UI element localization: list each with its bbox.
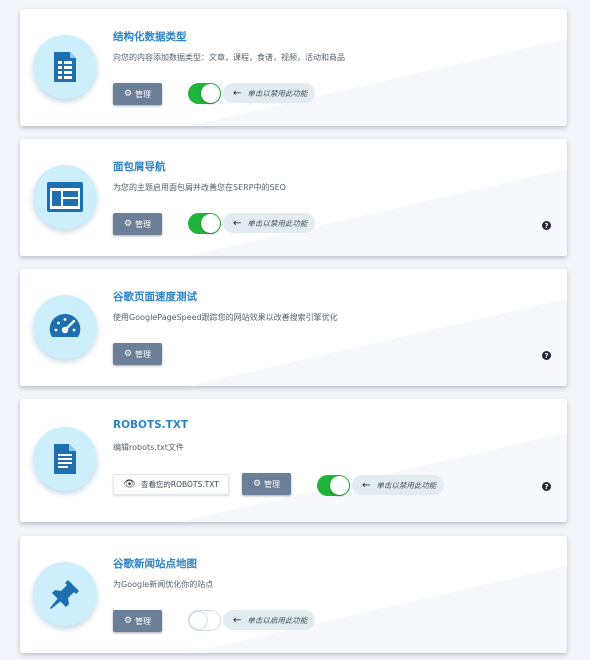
manage-button-label: 管理 <box>264 479 281 489</box>
module-icon-badge <box>33 562 97 626</box>
manage-button-label: 管理 <box>135 616 152 626</box>
arrow-left-icon: ← <box>233 217 242 229</box>
manage-button[interactable]: ⚙ 管理 <box>242 473 291 495</box>
help-icon[interactable]: ? <box>542 351 551 360</box>
gear-icon: ⚙ <box>123 88 133 99</box>
manage-button[interactable]: ⚙ 管理 <box>113 343 162 365</box>
toggle-knob <box>330 476 349 495</box>
toggle-hint-text: 单击以禁用此功能 <box>247 218 308 228</box>
module-card-pagespeed: 谷歌页面速度测试 使用GooglePageSpeed跟踪您的网站效果以改善搜索引… <box>20 269 567 386</box>
toggle-knob <box>201 214 220 233</box>
manage-button-label: 管理 <box>135 349 152 359</box>
table-document-icon <box>54 52 76 82</box>
module-icon-badge <box>33 35 97 99</box>
toggle-knob <box>201 84 220 103</box>
help-icon[interactable]: ? <box>542 482 551 491</box>
module-icon-badge <box>33 427 97 491</box>
module-icon-badge <box>33 295 97 359</box>
feature-toggle[interactable] <box>188 610 221 631</box>
arrow-left-icon: ← <box>362 479 371 491</box>
module-description: 编辑robots.txt文件 <box>113 443 184 452</box>
module-description: 为Google新闻优化你的站点 <box>113 580 214 589</box>
module-title: 谷歌页面速度测试 <box>113 291 197 303</box>
gear-icon: ⚙ <box>252 478 262 489</box>
module-title: ROBOTS.TXT <box>113 419 189 431</box>
manage-button[interactable]: ⚙ 管理 <box>113 83 162 105</box>
arrow-left-icon: ← <box>233 614 242 626</box>
feature-toggle[interactable] <box>317 475 350 496</box>
manage-button-label: 管理 <box>135 89 152 99</box>
manage-button[interactable]: ⚙ 管理 <box>113 610 162 632</box>
toggle-hint: ← 单击以禁用此功能 <box>223 213 316 233</box>
pushpin-icon <box>50 580 79 609</box>
module-title: 谷歌新闻站点地图 <box>113 558 197 570</box>
module-card-news-sitemap: 谷歌新闻站点地图 为Google新闻优化你的站点 ⚙ 管理 ← 单击以启用此功能 <box>20 536 567 653</box>
toggle-hint: ← 单击以启用此功能 <box>223 610 316 630</box>
view-robots-button[interactable]: 👁 查看您的ROBOTS.TXT <box>113 474 229 495</box>
feature-toggle[interactable] <box>188 83 221 104</box>
module-icon-badge <box>33 165 97 229</box>
gear-icon: ⚙ <box>123 615 133 626</box>
module-title: 面包屑导航 <box>113 161 166 173</box>
toggle-hint-text: 单击以禁用此功能 <box>247 88 308 98</box>
module-card-robots-txt: ROBOTS.TXT 编辑robots.txt文件 👁 查看您的ROBOTS.T… <box>20 399 567 522</box>
module-description: 为您的主题启用面包屑并改善您在SERP中的SEO <box>113 183 286 192</box>
eye-icon: 👁 <box>123 479 136 490</box>
toggle-knob <box>189 611 208 630</box>
module-title: 结构化数据类型 <box>113 31 187 43</box>
module-card-breadcrumbs: 面包屑导航 为您的主题启用面包屑并改善您在SERP中的SEO ⚙ 管理 ← 单击… <box>20 139 567 256</box>
toggle-hint: ← 单击以禁用此功能 <box>352 475 445 495</box>
module-card-structured-data: 结构化数据类型 向您的内容添加数据类型：文章，课程，食谱，视频，活动和商品 ⚙ … <box>20 9 567 126</box>
gear-icon: ⚙ <box>123 218 133 229</box>
gear-icon: ⚙ <box>123 348 133 359</box>
help-icon[interactable]: ? <box>542 221 551 230</box>
view-robots-label: 查看您的ROBOTS.TXT <box>140 480 219 489</box>
breadcrumb-window-icon <box>47 182 83 212</box>
arrow-left-icon: ← <box>233 87 242 99</box>
toggle-hint: ← 单击以禁用此功能 <box>223 83 316 103</box>
manage-button-label: 管理 <box>135 219 152 229</box>
feature-toggle[interactable] <box>188 213 221 234</box>
module-description: 使用GooglePageSpeed跟踪您的网站效果以改善搜索引擎优化 <box>113 313 338 322</box>
manage-button[interactable]: ⚙ 管理 <box>113 213 162 235</box>
text-file-icon <box>54 444 76 474</box>
toggle-hint-text: 单击以禁用此功能 <box>376 480 437 490</box>
speedometer-icon <box>49 313 81 337</box>
module-description: 向您的内容添加数据类型：文章，课程，食谱，视频，活动和商品 <box>113 53 345 62</box>
toggle-hint-text: 单击以启用此功能 <box>247 615 308 625</box>
